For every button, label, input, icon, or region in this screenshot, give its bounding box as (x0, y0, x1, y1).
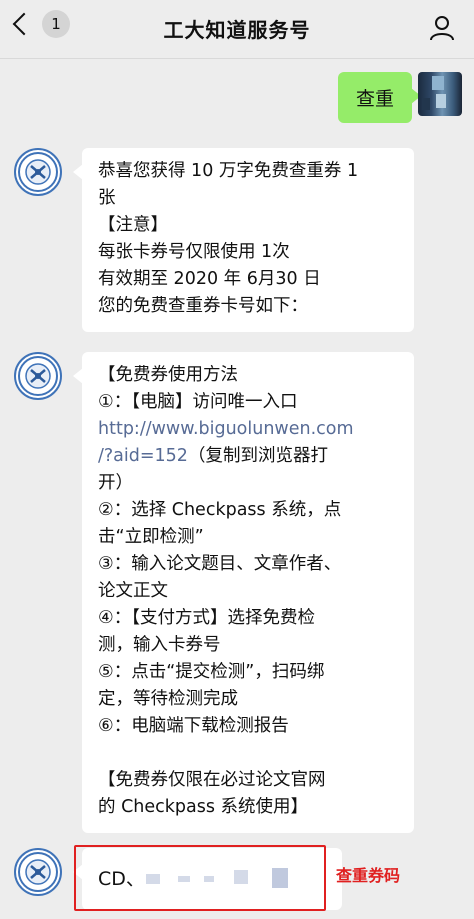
university-emblem-icon (18, 852, 58, 892)
message-line: 张 (98, 188, 116, 208)
message-line: 【免费券使用方法 (98, 365, 238, 385)
chat-header: 1 工大知道服务号 (0, 0, 474, 59)
message-line: 您的免费查重券卡号如下： (98, 296, 308, 316)
profile-icon[interactable] (428, 14, 456, 42)
annotation-label: 查重券码 (336, 866, 401, 885)
chat-title: 工大知道服务号 (163, 18, 311, 42)
url-link-suffix[interactable]: /?aid=152 (98, 446, 188, 466)
message-line: 有效期至 2020 年 6月30 日 (98, 269, 321, 289)
message-line: 恭喜您获得 10 万字免费查重券 1 (98, 161, 359, 181)
message-line: ①：【电脑】访问唯一入口 (98, 392, 298, 412)
message-line: ⑤：点击“提交检测”，扫码绑 (98, 662, 325, 682)
message-line: 开） (98, 473, 133, 493)
message-line: ④：【支付方式】选择免费检 (98, 608, 315, 628)
message-line (98, 740, 400, 767)
message-line: ②：选择 Checkpass 系统，点 (98, 500, 342, 520)
bot-message-voucher[interactable]: 恭喜您获得 10 万字免费查重券 1 张 【注意】 每张卡券号仅限使用 1次 有… (73, 148, 414, 332)
message-line: 每张卡券号仅限使用 1次 (98, 242, 290, 262)
message-line: 【注意】 (98, 215, 168, 235)
message-line: 测，输入卡券号 (98, 635, 221, 655)
url-link[interactable]: http://www.biguolunwen.com (98, 416, 400, 443)
message-line: 定，等待检测完成 (98, 689, 238, 709)
message-line-tail: （复制到浏览器打 (187, 446, 328, 466)
university-emblem-icon (18, 356, 58, 396)
message-line: /?aid=152（复制到浏览器打 (98, 443, 400, 470)
message-line: 论文正文 (98, 581, 168, 601)
user-avatar[interactable] (418, 72, 462, 116)
message-line: 【免费券仅限在必过论文官网 (98, 770, 326, 790)
message-line: ⑥：电脑端下载检测报告 (98, 716, 289, 736)
bot-avatar[interactable] (14, 352, 62, 400)
bot-message-instructions[interactable]: 【免费券使用方法 ①：【电脑】访问唯一入口 http://www.biguolu… (73, 352, 414, 833)
message-line: ③：输入论文题目、文章作者、 (98, 554, 342, 574)
code-highlight-box (74, 845, 326, 911)
bot-avatar[interactable] (14, 148, 62, 196)
message-line: 的 Checkpass 系统使用】 (98, 797, 309, 817)
user-message-bubble[interactable]: 查重 (337, 72, 422, 123)
bot-avatar[interactable] (14, 848, 62, 896)
university-emblem-icon (18, 152, 58, 192)
message-line: 击“立即检测” (98, 527, 204, 547)
